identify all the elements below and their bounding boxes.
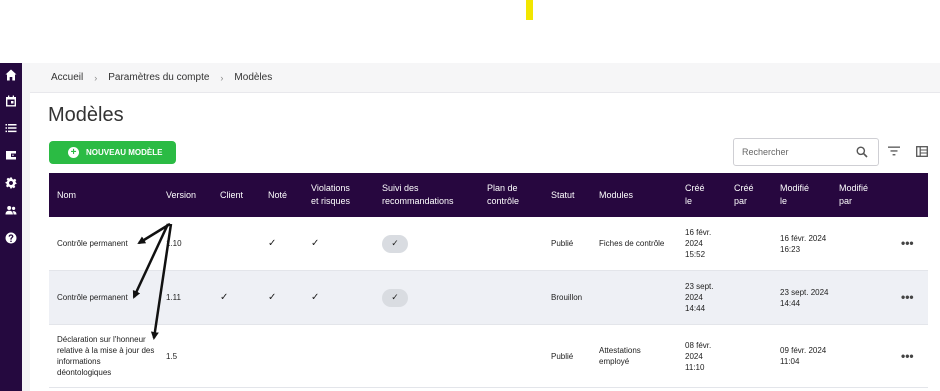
violations-check-icon: ✓ — [311, 238, 320, 249]
page-title: Modèles — [48, 104, 124, 126]
filter-icon[interactable] — [888, 146, 900, 156]
col-plan[interactable]: Plan de contrôle — [487, 173, 519, 217]
breadcrumb-separator: › — [94, 72, 98, 83]
col-modifie-le[interactable]: Modifié le — [780, 173, 809, 217]
row-name: Contrôle permanent — [57, 293, 128, 302]
row-name: Contrôle permanent — [57, 239, 128, 248]
row-more-icon[interactable]: ••• — [901, 325, 914, 387]
row-version: 1.5 — [166, 351, 178, 361]
col-client[interactable]: Client — [220, 173, 243, 217]
search-icon[interactable] — [856, 146, 868, 158]
row-divider — [49, 387, 928, 388]
row-more-icon[interactable]: ••• — [901, 217, 914, 270]
row-version: 1.11 — [166, 293, 181, 302]
breadcrumb-home[interactable]: Accueil — [51, 72, 83, 83]
note-check-icon: ✓ — [268, 238, 277, 249]
wallet-icon[interactable] — [3, 147, 19, 163]
row-created: 16 févr. 2024 15:52 — [685, 228, 712, 259]
row-name: Déclaration sur l'honneur relative à la m… — [57, 335, 155, 377]
row-modified: 09 févr. 2024 11:04 — [780, 346, 827, 366]
gear-icon[interactable] — [3, 175, 19, 191]
new-model-button-label: NOUVEAU MODÈLE — [86, 148, 163, 157]
search-input[interactable] — [742, 139, 852, 165]
yellow-marker — [526, 0, 533, 20]
suivi-check-pill: ✓ — [382, 234, 408, 253]
row-modules: Fiches de contrôle — [599, 239, 665, 248]
table-row[interactable]: Contrôle permanent 1.10 ✓ ✓ ✓ Publié Fic… — [49, 217, 928, 270]
columns-icon[interactable] — [916, 146, 928, 157]
new-model-button[interactable]: + NOUVEAU MODÈLE — [49, 141, 176, 164]
row-status: Publié — [551, 351, 574, 361]
plus-circle-icon: + — [68, 147, 79, 158]
row-created: 23 sept. 2024 14:44 — [685, 282, 714, 313]
sidebar-gutter — [22, 63, 30, 391]
col-note[interactable]: Noté — [268, 173, 287, 217]
users-icon[interactable] — [3, 202, 19, 218]
table-row[interactable]: Contrôle permanent 1.11 ✓ ✓ ✓ ✓ Brouillo… — [49, 271, 928, 324]
row-modules: Attestations employé — [599, 346, 641, 366]
row-created: 08 févr. 2024 11:10 — [685, 340, 712, 372]
col-violations[interactable]: Violations et risques — [311, 173, 350, 217]
calendar-icon[interactable] — [3, 93, 19, 109]
list-icon[interactable] — [3, 120, 19, 136]
breadcrumb-account-settings[interactable]: Paramètres du compte — [108, 72, 209, 83]
note-check-icon: ✓ — [268, 292, 277, 303]
breadcrumb-separator: › — [220, 72, 224, 83]
violations-check-icon: ✓ — [311, 292, 320, 303]
sidebar — [0, 63, 22, 391]
col-version[interactable]: Version — [166, 173, 196, 217]
col-statut[interactable]: Statut — [551, 173, 575, 217]
help-icon[interactable] — [3, 230, 19, 246]
table-header: Nom Version Client Noté Violations et ris… — [49, 173, 928, 217]
table-row[interactable]: Déclaration sur l'honneur relative à la m… — [49, 325, 928, 387]
client-check-icon: ✓ — [220, 292, 229, 303]
row-more-icon[interactable]: ••• — [901, 271, 914, 324]
screen: Accueil › Paramètres du compte › Modèles… — [0, 0, 940, 391]
col-modules[interactable]: Modules — [599, 173, 633, 217]
col-cree-le[interactable]: Créé le — [685, 173, 705, 217]
col-suivi[interactable]: Suivi des recommandations — [382, 173, 454, 217]
home-icon[interactable] — [3, 67, 19, 83]
row-status: Publié — [551, 239, 574, 248]
search-box — [733, 138, 879, 166]
breadcrumb: Accueil › Paramètres du compte › Modèles — [30, 63, 940, 93]
breadcrumb-current: Modèles — [234, 72, 273, 83]
row-modified: 23 sept. 2024 14:44 — [780, 287, 829, 308]
col-nom[interactable]: Nom — [57, 173, 76, 217]
row-status: Brouillon — [551, 293, 583, 302]
col-modifie-par[interactable]: Modifié par — [839, 173, 868, 217]
col-cree-par[interactable]: Créé par — [734, 173, 754, 217]
suivi-check-pill: ✓ — [382, 288, 408, 307]
row-version: 1.10 — [166, 239, 182, 248]
row-modified: 16 févr. 2024 16:23 — [780, 233, 827, 254]
